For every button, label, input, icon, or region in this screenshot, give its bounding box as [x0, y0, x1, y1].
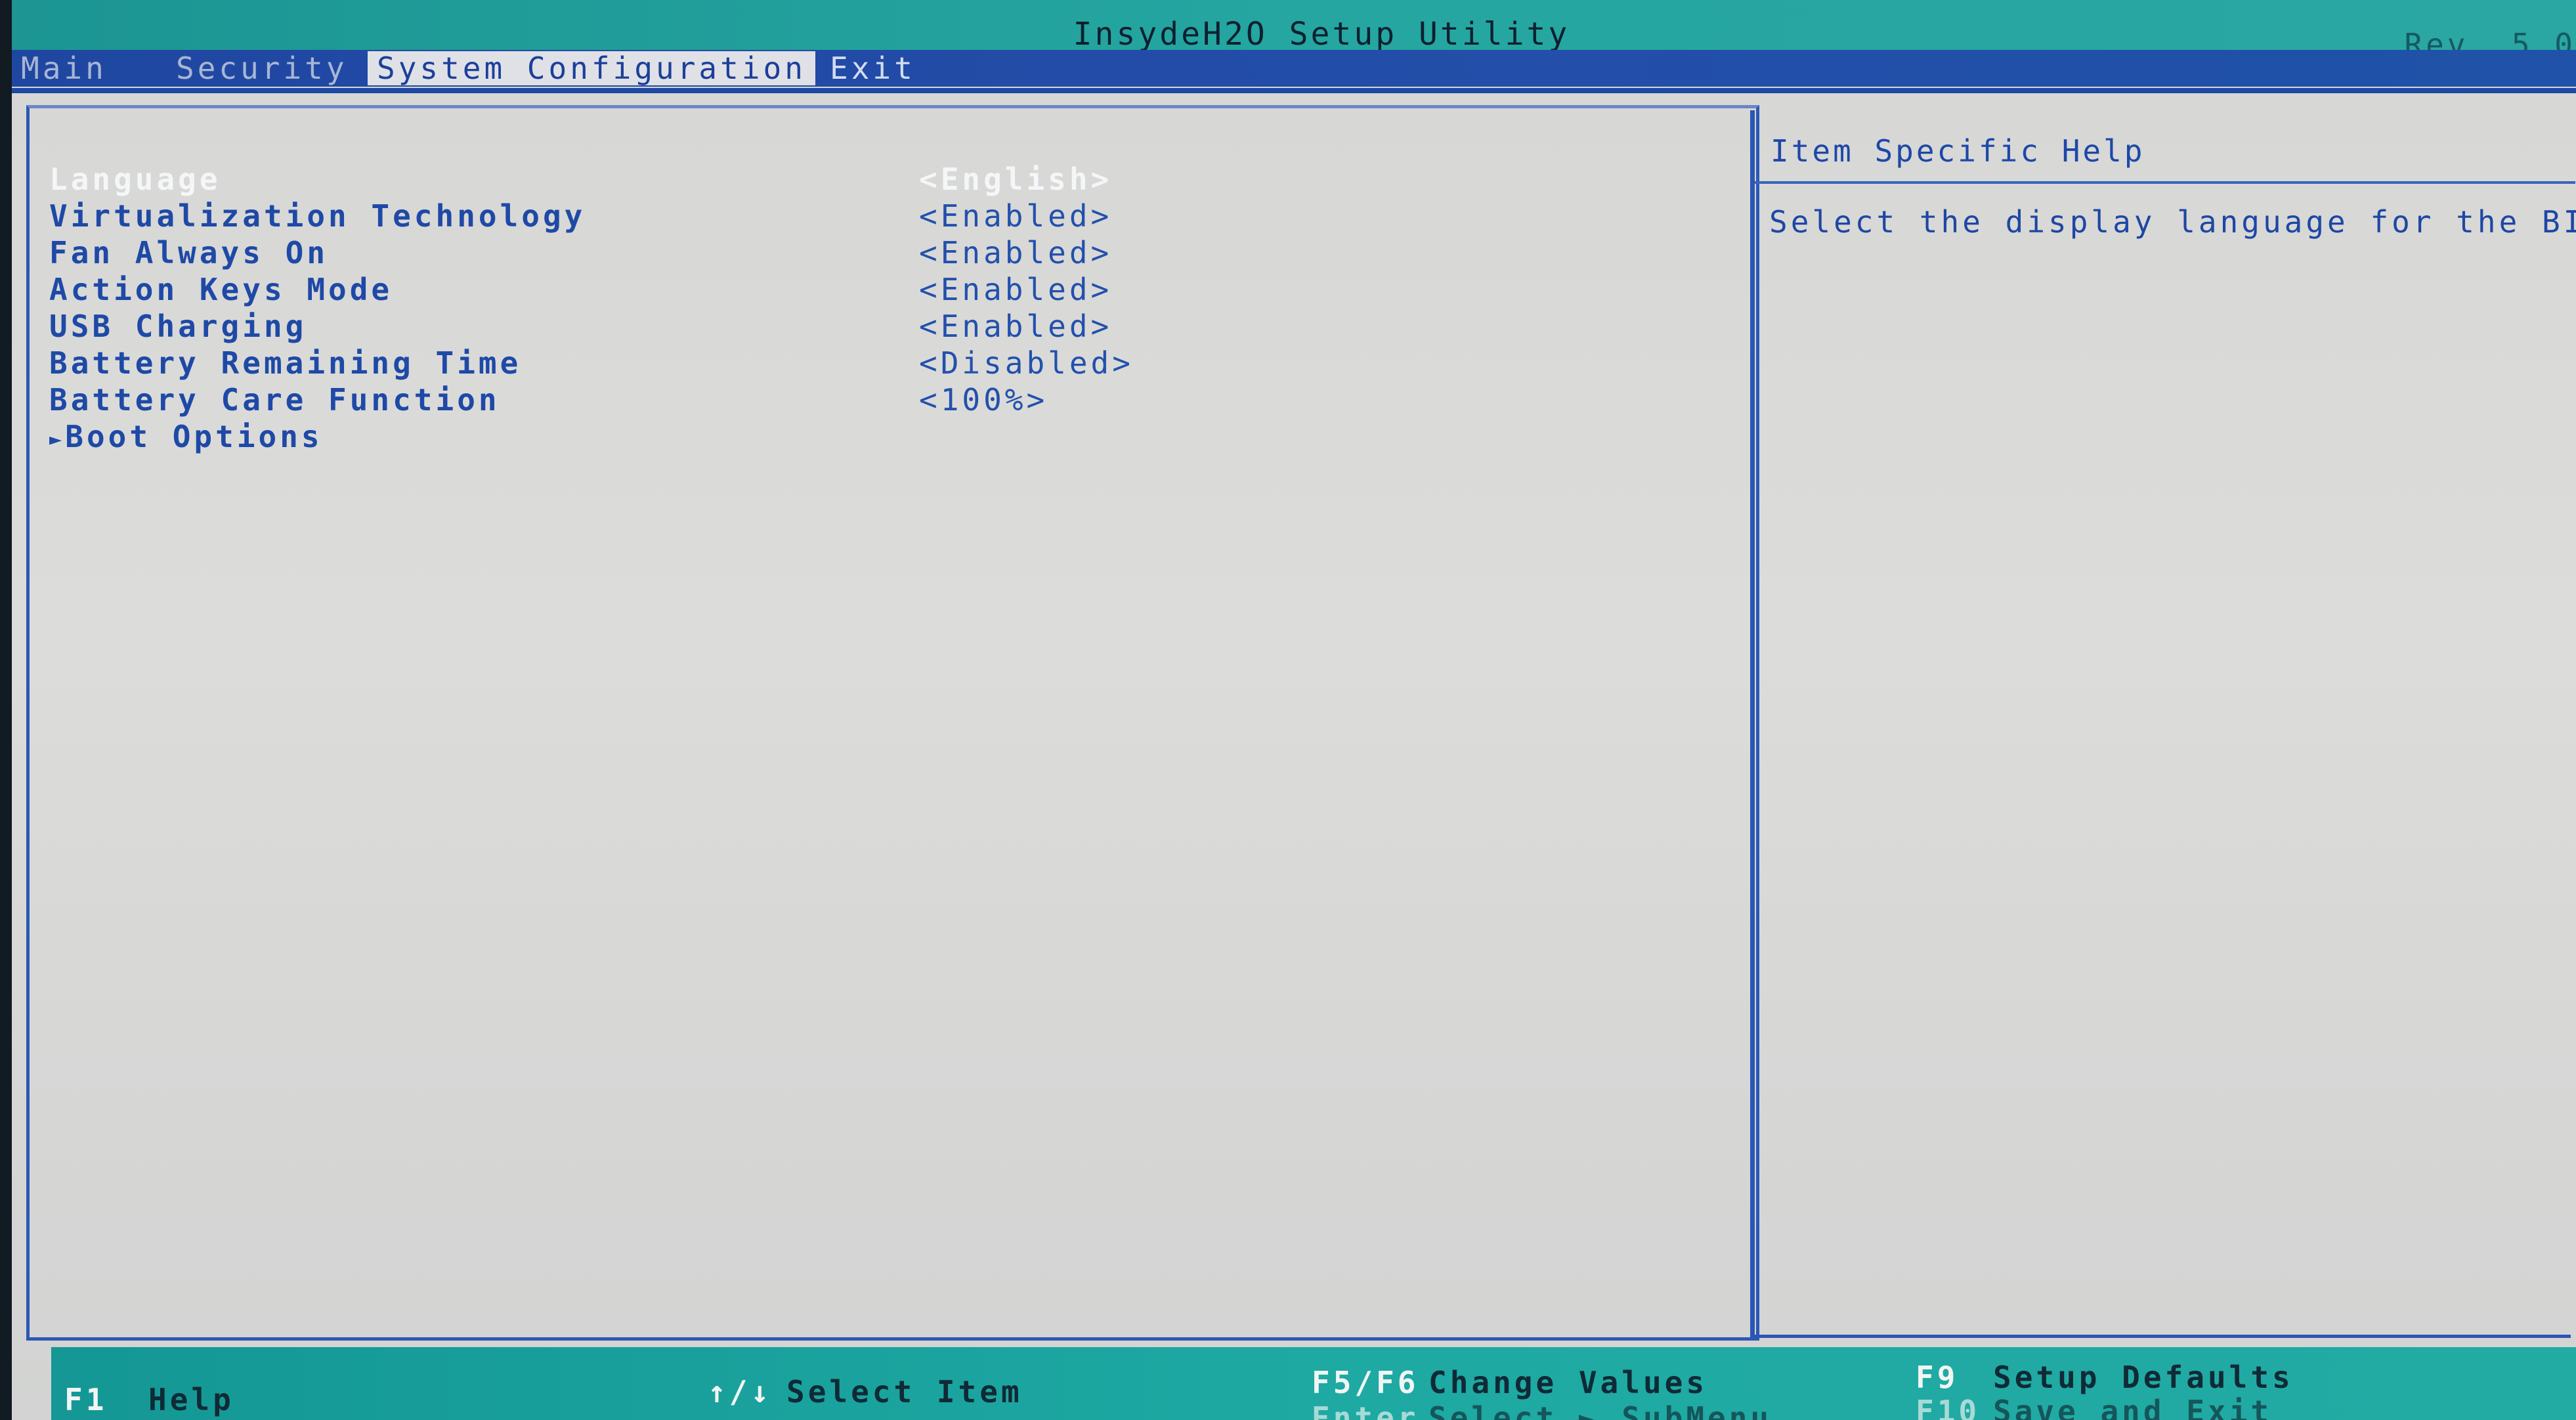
setting-label: Battery Care Function: [49, 382, 500, 418]
menu-bar: Main Security System Configuration Exit: [12, 50, 2576, 87]
setting-label: Action Keys Mode: [49, 272, 393, 307]
tab-system-configuration[interactable]: System Configuration: [368, 51, 815, 85]
setting-label: Language: [49, 161, 221, 197]
help-divider: [1755, 181, 2575, 184]
setting-label: USB Charging: [49, 309, 307, 344]
setting-row-language[interactable]: Language <English>: [49, 161, 1493, 198]
help-text: Select the display language for the BIOS…: [1769, 204, 2576, 240]
footer-keys-bar: F1 Help ↑/↓ Select Item F5/F6 Change Val…: [51, 1347, 2576, 1420]
boot-options-label: Boot Options: [65, 419, 323, 454]
setting-row-action-keys[interactable]: Action Keys Mode <Enabled>: [49, 271, 1493, 308]
save-and-exit-label: Save and Exit: [1993, 1394, 2273, 1420]
help-panel: Item Specific Help Select the display la…: [1750, 110, 2576, 1338]
select-item-label: Select Item: [786, 1374, 1023, 1409]
f5f6-key: F5/F6: [1312, 1365, 1419, 1400]
enter-key: Enter: [1312, 1400, 1419, 1420]
setting-row-fan-always-on[interactable]: Fan Always On <Enabled>: [49, 234, 1493, 271]
bios-screen: InsydeH2O Setup Utility Rev. 5.0 Main Se…: [12, 0, 2576, 1420]
setup-defaults-label: Setup Defaults: [1993, 1360, 2294, 1395]
change-values-label: Change Values: [1428, 1365, 1708, 1400]
setting-row-battery-care[interactable]: Battery Care Function <100%>: [49, 381, 1493, 418]
setting-row-usb-charging[interactable]: USB Charging <Enabled>: [49, 308, 1493, 345]
f1-key: F1: [64, 1382, 108, 1417]
setting-value[interactable]: <English>: [919, 161, 1112, 198]
tab-exit[interactable]: Exit: [821, 51, 925, 85]
tab-main[interactable]: Main: [12, 51, 116, 85]
help-title: Item Specific Help: [1771, 133, 2145, 169]
setting-value[interactable]: <100%>: [919, 381, 1048, 418]
setting-value[interactable]: <Enabled>: [919, 271, 1112, 308]
setting-label: ►Boot Options: [49, 418, 323, 458]
settings-panel: Language <English> Virtualization Techno…: [26, 105, 1759, 1341]
setting-value[interactable]: <Enabled>: [919, 308, 1112, 345]
setting-label: Fan Always On: [49, 235, 329, 270]
setting-label: Virtualization Technology: [49, 198, 586, 234]
setting-value[interactable]: <Enabled>: [919, 198, 1112, 234]
submenu-arrow-icon: ►: [49, 426, 66, 452]
setting-row-virtualization[interactable]: Virtualization Technology <Enabled>: [49, 198, 1493, 234]
setting-row-boot-options[interactable]: ►Boot Options: [49, 418, 1493, 455]
setting-row-battery-remaining[interactable]: Battery Remaining Time <Disabled>: [49, 345, 1493, 381]
select-submenu-label: Select ► SubMenu: [1428, 1400, 1772, 1420]
arrows-key: ↑/↓: [708, 1374, 773, 1409]
title-bar: InsydeH2O Setup Utility Rev. 5.0: [12, 0, 2576, 62]
f1-help-label: Help: [148, 1382, 234, 1417]
app-title: InsydeH2O Setup Utility: [1073, 16, 1570, 53]
menu-underline: [12, 88, 2576, 93]
f9-key: F9: [1916, 1360, 1959, 1395]
tab-security[interactable]: Security: [167, 51, 357, 85]
setting-value[interactable]: <Enabled>: [919, 234, 1112, 271]
f10-key: F10: [1916, 1394, 1981, 1420]
setting-value[interactable]: <Disabled>: [919, 345, 1134, 381]
setting-label: Battery Remaining Time: [49, 345, 522, 381]
